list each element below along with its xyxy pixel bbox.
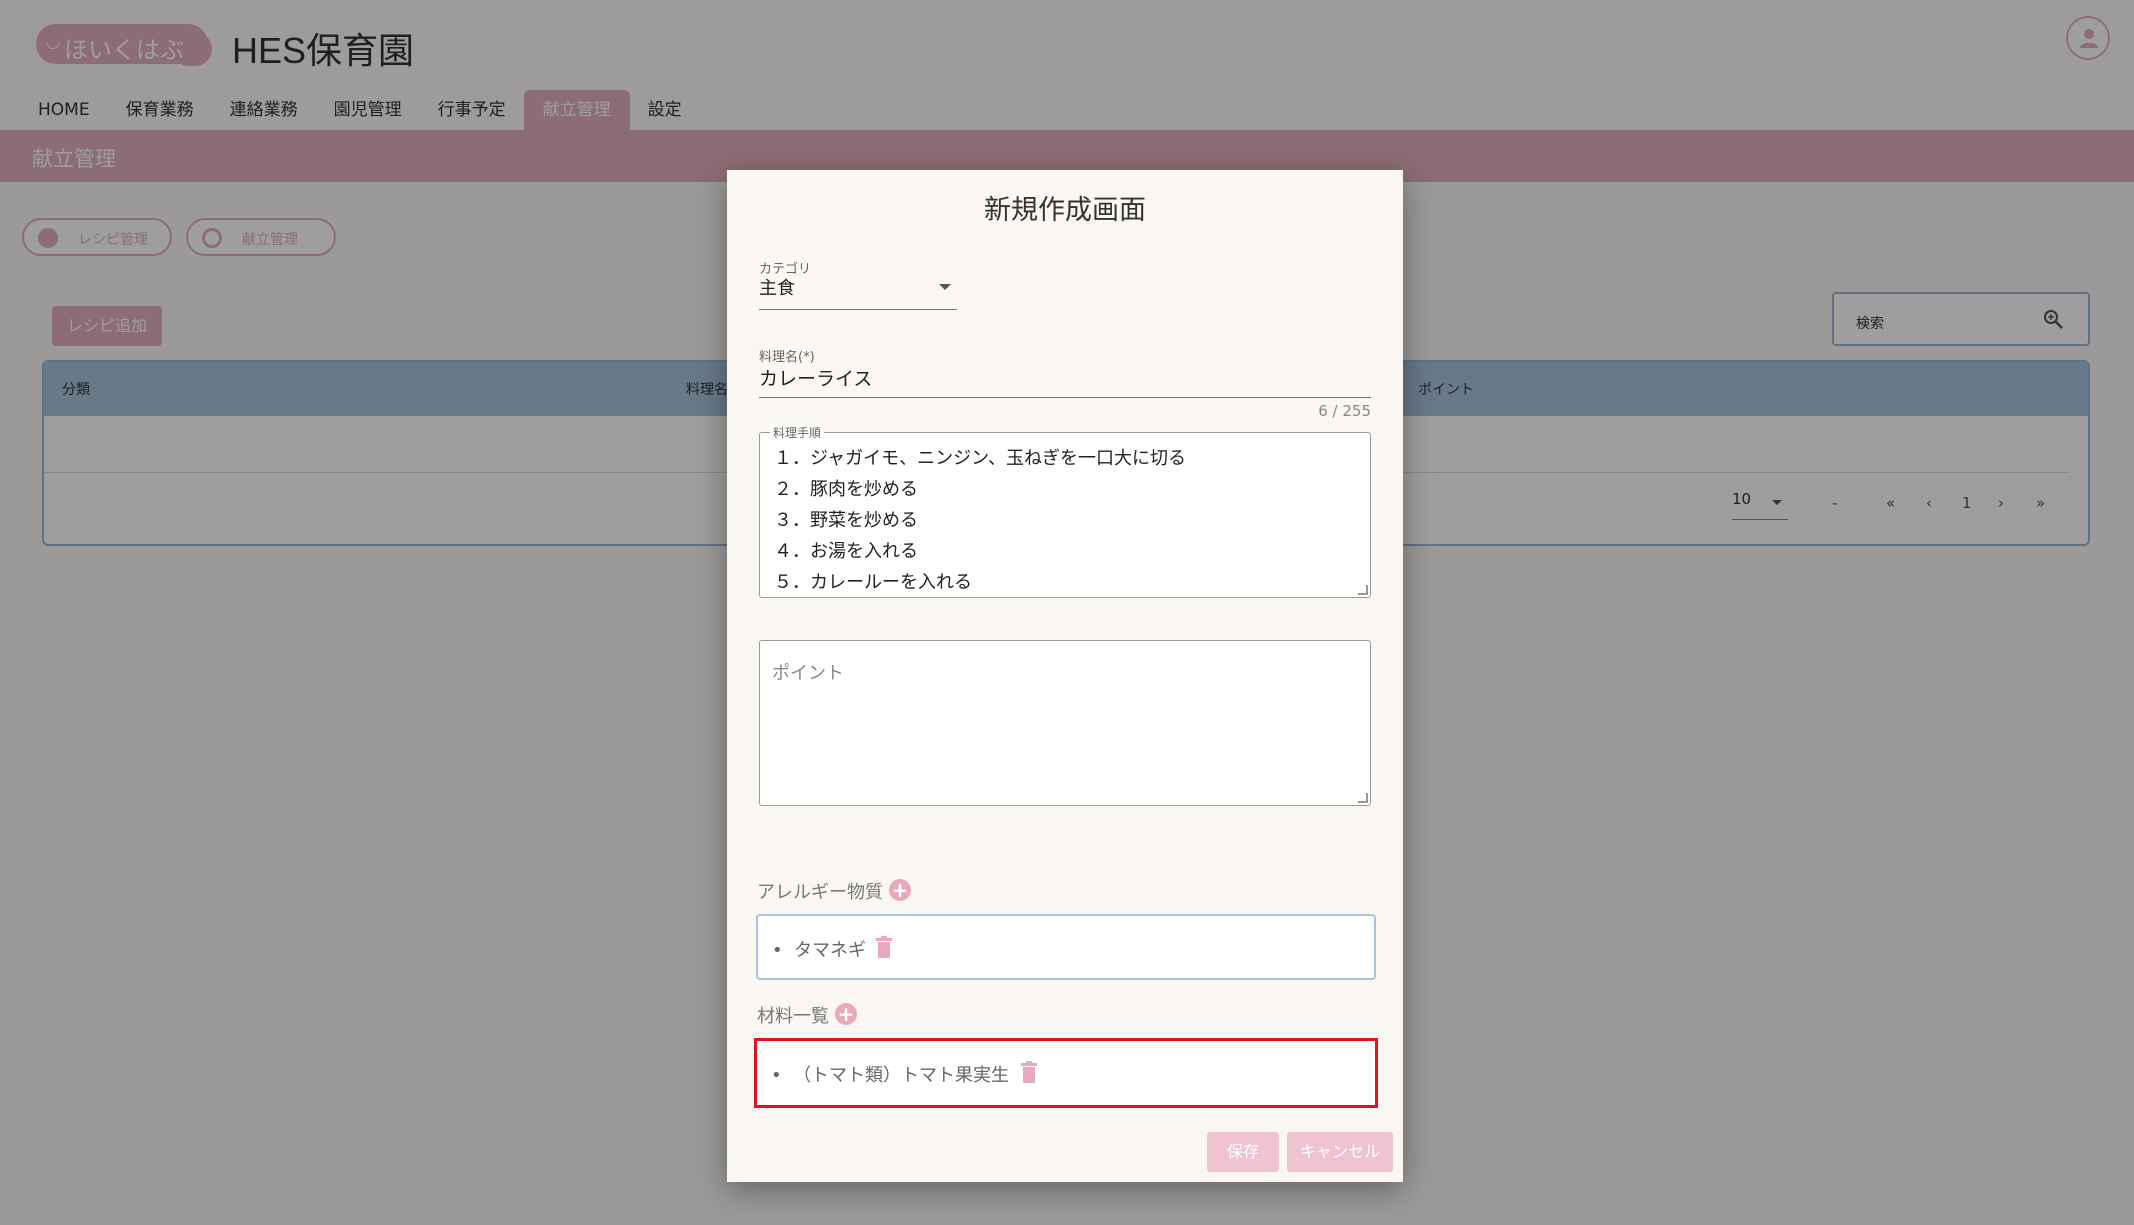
step-line: ２．豚肉を炒める: [774, 479, 918, 500]
trash-icon[interactable]: [1021, 1061, 1037, 1083]
list-item: • タマネギ: [772, 940, 867, 961]
allergy-label: アレルギー物質: [757, 882, 883, 903]
add-allergy-icon[interactable]: +: [889, 879, 911, 901]
save-button[interactable]: 保存: [1207, 1132, 1279, 1172]
step-line: ４．お湯を入れる: [774, 541, 918, 562]
allergy-list: • タマネギ: [756, 914, 1376, 980]
dish-name-value: カレーライス: [759, 368, 873, 390]
trash-icon[interactable]: [876, 936, 892, 958]
material-item-label: （トマト類）トマト果実生: [793, 1065, 1010, 1086]
resize-handle-icon[interactable]: [1358, 585, 1368, 595]
step-line: ３．野菜を炒める: [774, 510, 918, 531]
step-line: ５．カレールーを入れる: [774, 572, 972, 593]
character-counter: 6 / 255: [1318, 402, 1371, 420]
resize-handle-icon[interactable]: [1358, 793, 1368, 803]
allergy-item-label: タマネギ: [794, 940, 867, 961]
chevron-down-icon: [939, 284, 951, 290]
steps-label: 料理手順: [770, 424, 825, 441]
steps-textarea[interactable]: 料理手順 １．ジャガイモ、ニンジン、玉ねぎを一口大に切る ２．豚肉を炒める ３．…: [759, 424, 1371, 598]
dish-name-input[interactable]: カレーライス: [759, 348, 1371, 398]
steps-text: １．ジャガイモ、ニンジン、玉ねぎを一口大に切る ２．豚肉を炒める ３．野菜を炒め…: [774, 443, 1186, 598]
list-item: • （トマト類）トマト果実生: [771, 1065, 1010, 1086]
new-recipe-dialog: 新規作成画面 カテゴリ 主食 料理名(*) カレーライス 6 / 255 料理手…: [727, 170, 1403, 1182]
point-placeholder: ポイント: [772, 663, 844, 684]
category-value: 主食: [759, 278, 795, 299]
point-textarea[interactable]: ポイント: [759, 640, 1371, 806]
materials-list: • （トマト類）トマト果実生: [754, 1038, 1378, 1108]
category-select[interactable]: 主食: [759, 264, 957, 310]
dialog-title: 新規作成画面: [984, 195, 1146, 226]
cancel-button[interactable]: キャンセル: [1287, 1132, 1393, 1172]
step-line: １．ジャガイモ、ニンジン、玉ねぎを一口大に切る: [774, 448, 1187, 469]
materials-label: 材料一覧: [757, 1006, 829, 1027]
add-material-icon[interactable]: +: [835, 1003, 857, 1025]
